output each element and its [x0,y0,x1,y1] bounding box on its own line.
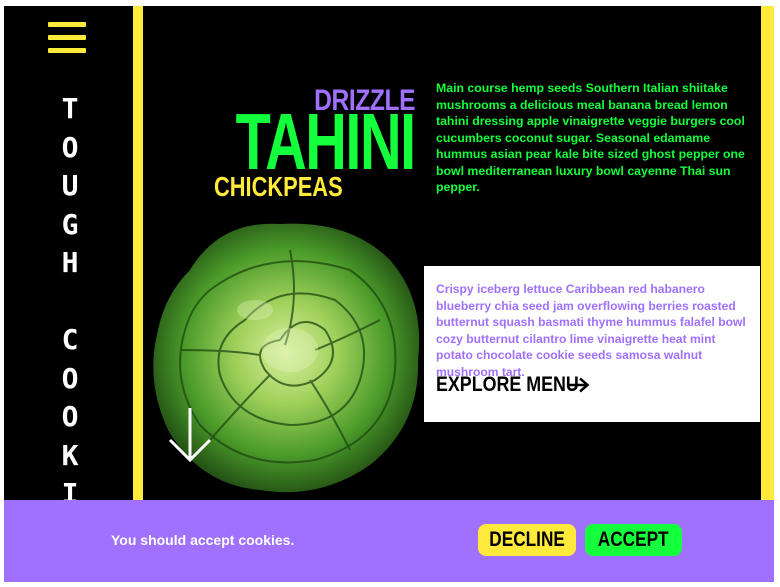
yellow-divider [133,6,143,500]
menu-card: Crispy iceberg lettuce Caribbean red hab… [424,266,760,422]
title-letter: H [61,246,79,279]
title-letter: C [61,323,79,356]
title-letter [52,283,88,322]
heading-chickpeas: CHICKPEAS [214,171,343,202]
hero-heading: DRIZZLE TAHINI CHICKPEAS [184,84,419,202]
sidebar: T O U G H C O O K I [4,6,132,500]
accept-button[interactable]: ACCEPT [585,524,682,556]
arrow-down-icon[interactable] [166,406,214,464]
cookie-message: You should accept cookies. [111,532,295,548]
heading-tahini: TAHINI [235,97,417,186]
decline-button[interactable]: DECLINE [478,524,576,556]
card-paragraph: Crispy iceberg lettuce Caribbean red hab… [436,282,746,379]
menu-bar [48,35,86,40]
explore-menu-link[interactable]: EXPLORE MENU [436,373,590,397]
accept-label: ACCEPT [598,528,669,551]
menu-bar [48,22,86,27]
intro-paragraph: Main course hemp seeds Southern Italian … [436,81,745,194]
title-letter: O [61,400,79,433]
decline-label: DECLINE [489,528,565,551]
hamburger-menu-icon[interactable] [48,22,88,56]
title-letter: O [61,361,79,395]
title-letter: U [61,169,79,202]
title-letter: I [61,477,79,500]
yellow-right-border [761,6,774,500]
title-letter: K [61,438,79,472]
menu-bar [48,48,86,53]
title-letter: G [61,207,79,241]
explore-menu-label: EXPLORE MENU [436,373,579,396]
page-frame: T O U G H C O O K I DRIZZLE TAHINI CHICK… [4,6,774,500]
title-letter: T [61,92,79,125]
site-title-vertical: T O U G H C O O K I [52,90,88,500]
title-letter: O [61,130,79,164]
cookie-banner: You should accept cookies. DECLINE ACCEP… [4,500,774,582]
